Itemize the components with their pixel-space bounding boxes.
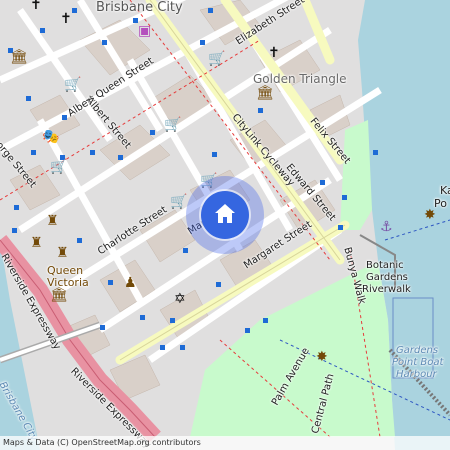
transit-stop[interactable] — [170, 318, 175, 323]
transit-stop[interactable] — [263, 318, 268, 323]
transit-stop[interactable] — [150, 130, 155, 135]
transit-stop[interactable] — [40, 28, 45, 33]
home-icon — [215, 204, 235, 223]
transit-stop[interactable] — [180, 345, 185, 350]
bank-icon[interactable]: 🏛 — [10, 50, 28, 64]
viewpoint-icon[interactable]: ✸ — [316, 350, 328, 364]
transit-stop[interactable] — [108, 280, 113, 285]
ferry-icon[interactable]: ⚓ — [380, 220, 393, 234]
transit-stop[interactable] — [212, 152, 217, 157]
transit-stop[interactable] — [140, 315, 145, 320]
current-location-marker[interactable] — [186, 176, 264, 254]
transit-stop[interactable] — [102, 40, 107, 45]
transit-stop[interactable] — [62, 115, 67, 120]
church-icon[interactable]: ✝ — [268, 46, 280, 60]
label-kangaroo-point-1: Ka — [440, 184, 450, 197]
transit-stop[interactable] — [14, 205, 19, 210]
synagogue-icon[interactable]: ✡ — [174, 292, 186, 306]
transit-stop[interactable] — [160, 345, 165, 350]
bank-icon[interactable]: 🏛 — [50, 288, 68, 302]
label-queen-victoria-2: Victoria — [47, 276, 89, 289]
transit-stop[interactable] — [342, 195, 347, 200]
monument-icon[interactable]: ♜ — [56, 246, 69, 260]
transit-stop[interactable] — [208, 8, 213, 13]
transit-stop[interactable] — [100, 325, 105, 330]
church-icon[interactable]: ✝ — [30, 0, 42, 12]
transit-stop[interactable] — [12, 228, 17, 233]
map-canvas[interactable]: ✝ ✝ ✝ ▣ 🛒 🛒 🛒 🛒 🛒 🛒 🏛 🏛 🎭 ♜ ♜ ♜ 🏛 ♟ ✡ ⚓ … — [0, 0, 450, 450]
transit-stop[interactable] — [338, 225, 343, 230]
transit-stop[interactable] — [183, 248, 188, 253]
shopping-cart-icon[interactable]: 🛒 — [170, 195, 187, 209]
shopping-cart-icon[interactable]: 🛒 — [50, 160, 67, 174]
bank-icon[interactable]: 🏛 — [256, 86, 274, 100]
label-golden-triangle: Golden Triangle — [253, 72, 347, 86]
transit-stop[interactable] — [26, 96, 31, 101]
monument-icon[interactable]: ♜ — [46, 214, 59, 228]
label-botanic-gardens: Botanic — [366, 260, 404, 271]
shopping-bag-icon[interactable]: ▣ — [138, 24, 151, 38]
transit-stop[interactable] — [77, 238, 82, 243]
transit-stop[interactable] — [31, 150, 36, 155]
transit-stop[interactable] — [72, 8, 77, 13]
monument-icon[interactable]: ♜ — [30, 236, 43, 250]
transit-stop[interactable] — [90, 150, 95, 155]
transit-stop[interactable] — [320, 180, 325, 185]
person-icon[interactable]: ♟ — [124, 276, 137, 290]
shopping-cart-icon[interactable]: 🛒 — [208, 52, 225, 66]
church-icon[interactable]: ✝ — [60, 12, 72, 26]
transit-stop[interactable] — [373, 150, 378, 155]
transit-stop[interactable] — [245, 328, 250, 333]
transit-stop[interactable] — [200, 40, 205, 45]
theatre-icon[interactable]: 🎭 — [42, 130, 59, 144]
transit-stop[interactable] — [118, 155, 123, 160]
label-botanic-gardens-3: Riverwalk — [362, 284, 411, 295]
label-brisbane-city: Brisbane City — [96, 0, 183, 15]
shopping-cart-icon[interactable]: 🛒 — [164, 118, 181, 132]
map-attribution: Maps & Data (C) OpenStreetMap.org contri… — [0, 436, 450, 450]
label-kangaroo-point-2: Po — [434, 197, 447, 210]
label-pond-1: Gardens — [396, 345, 439, 356]
transit-stop[interactable] — [216, 282, 221, 287]
label-pond-2: Point Boat — [392, 357, 444, 368]
transit-stop[interactable] — [258, 108, 263, 113]
shopping-cart-icon[interactable]: 🛒 — [64, 78, 81, 92]
viewpoint-icon[interactable]: ✸ — [424, 208, 436, 222]
label-botanic-gardens-2: Gardens — [366, 272, 408, 283]
label-pond-3: Harbour — [396, 369, 437, 380]
